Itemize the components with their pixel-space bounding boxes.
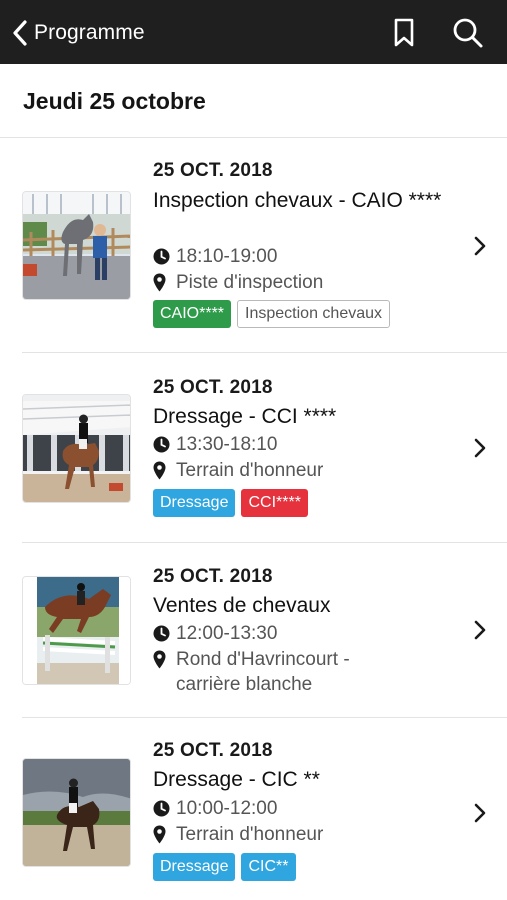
chevron-right-icon <box>474 620 486 640</box>
bookmark-icon <box>394 18 414 47</box>
event-date: 25 OCT. 2018 <box>153 377 273 398</box>
event-time-row: 10:00-12:00 <box>153 796 446 821</box>
event-title: Inspection chevaux - CAIO **** <box>153 189 442 212</box>
back-button[interactable]: Programme <box>12 14 145 52</box>
event-list-item[interactable]: 25 OCT. 2018 Ventes de chevaux 12:00-13:… <box>0 543 507 718</box>
event-location-row: Piste d'inspection <box>153 270 446 295</box>
clock-icon <box>153 796 171 821</box>
chevron-right-icon <box>474 236 486 256</box>
event-time: 10:00-12:00 <box>176 798 278 819</box>
map-pin-icon <box>153 458 171 483</box>
chevron-right-icon <box>474 438 486 458</box>
event-thumbnail <box>22 394 131 503</box>
navigation-bar: Programme <box>0 0 507 64</box>
event-tags: CAIO**** Inspection chevaux <box>153 300 391 328</box>
event-date: 25 OCT. 2018 <box>153 740 273 761</box>
event-time-row: 12:00-13:30 <box>153 621 446 646</box>
event-title: Ventes de chevaux <box>153 594 331 617</box>
event-time-row: 18:10-19:00 <box>153 244 446 269</box>
back-button-label: Programme <box>34 21 145 44</box>
event-time-row: 13:30-18:10 <box>153 432 446 457</box>
event-tags: Dressage CCI**** <box>153 489 308 517</box>
event-time: 13:30-18:10 <box>176 434 278 455</box>
tag-badge[interactable]: CIC** <box>241 853 296 881</box>
event-list-item[interactable]: 25 OCT. 2018 Dressage - CIC ** 10:00-12:… <box>0 718 507 900</box>
event-title: Dressage - CIC ** <box>153 768 320 791</box>
clock-icon <box>153 432 171 457</box>
clock-icon <box>153 621 171 646</box>
map-pin-icon <box>153 647 171 672</box>
event-location-row: Terrain d'honneur <box>153 822 446 847</box>
event-date: 25 OCT. 2018 <box>153 566 273 587</box>
event-time: 12:00-13:30 <box>176 623 278 644</box>
date-section-header: Jeudi 25 octobre <box>0 64 507 138</box>
event-location: Terrain d'honneur <box>176 824 324 845</box>
event-date: 25 OCT. 2018 <box>153 160 273 181</box>
event-location: Piste d'inspection <box>176 272 324 293</box>
event-list-item[interactable]: 25 OCT. 2018 Inspection chevaux - CAIO *… <box>0 139 507 353</box>
tag-badge[interactable]: Dressage <box>153 853 236 881</box>
tag-badge[interactable]: CAIO**** <box>153 300 232 328</box>
event-location: Rond d'Havrincourt - carrière blanche <box>176 649 350 695</box>
event-location-row: Rond d'Havrincourt - carrière blanche <box>153 647 386 697</box>
search-icon <box>453 18 483 48</box>
date-title: Jeudi 25 octobre <box>23 88 206 114</box>
bookmark-button[interactable] <box>386 15 422 51</box>
tag-badge[interactable]: CCI**** <box>241 489 308 517</box>
search-button[interactable] <box>450 15 486 51</box>
back-chevron-icon <box>13 20 27 46</box>
event-location: Terrain d'honneur <box>176 460 324 481</box>
map-pin-icon <box>153 822 171 847</box>
chevron-right-icon <box>474 803 486 823</box>
tag-badge[interactable]: Dressage <box>153 489 236 517</box>
event-thumbnail <box>22 576 131 685</box>
tag-badge[interactable]: Inspection chevaux <box>237 300 391 328</box>
event-tags: Dressage CIC** <box>153 853 296 881</box>
clock-icon <box>153 244 171 269</box>
event-location-row: Terrain d'honneur <box>153 458 446 483</box>
event-thumbnail <box>22 191 131 300</box>
event-list-item[interactable]: 25 OCT. 2018 Dressage - CCI **** 13:30-1… <box>0 353 507 543</box>
event-thumbnail <box>22 758 131 867</box>
event-title: Dressage - CCI **** <box>153 405 337 428</box>
map-pin-icon <box>153 270 171 295</box>
event-time: 18:10-19:00 <box>176 246 278 267</box>
